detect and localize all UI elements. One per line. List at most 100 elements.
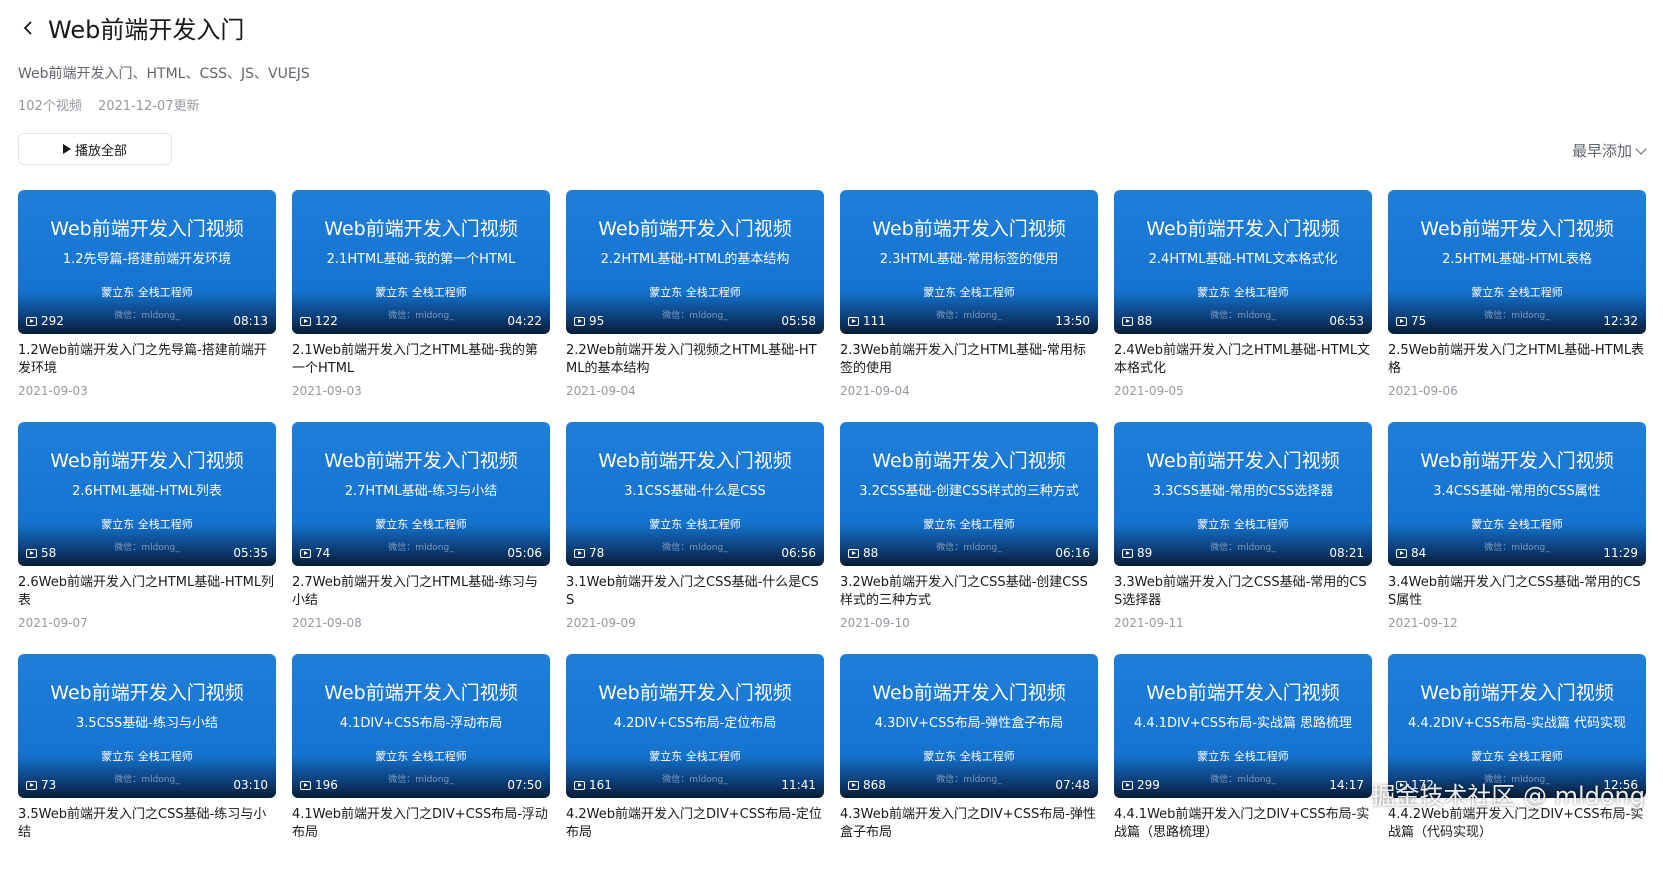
video-title[interactable]: 3.5Web前端开发入门之CSS基础-练习与小结 (18, 806, 276, 842)
thumbnail-author: 蒙立东 全栈工程师 (1197, 518, 1289, 531)
play-count-icon (300, 548, 311, 558)
thumbnail-title: Web前端开发入门视频 (50, 682, 244, 704)
thumbnail-subtitle: 3.1CSS基础-什么是CSS (624, 484, 766, 499)
video-title[interactable]: 2.7Web前端开发入门之HTML基础-练习与小结 (292, 574, 550, 610)
video-title[interactable]: 4.4.1Web前端开发入门之DIV+CSS布局-实战篇（思路梳理） (1114, 806, 1372, 842)
video-card[interactable]: Web前端开发入门视频 2.4HTML基础-HTML文本格式化 蒙立东 全栈工程师微… (1114, 190, 1372, 422)
video-card[interactable]: Web前端开发入门视频 4.4.2DIV+CSS布局-实战篇 代码实现 蒙立东 全栈… (1388, 654, 1646, 886)
thumbnail-author: 蒙立东 全栈工程师 (101, 750, 193, 763)
play-count-icon (574, 316, 585, 326)
video-card[interactable]: Web前端开发入门视频 2.1HTML基础-我的第一个HTML 蒙立东 全栈工程师微… (292, 190, 550, 422)
video-thumbnail[interactable]: Web前端开发入门视频 1.2先导篇-搭建前端开发环境 蒙立东 全栈工程师 微信：ml… (18, 190, 276, 334)
view-count: 88 (1122, 314, 1152, 328)
video-thumbnail[interactable]: Web前端开发入门视频 4.3DIV+CSS布局-弹性盒子布局 蒙立东 全栈工程师微… (840, 654, 1098, 798)
play-count-icon (1122, 548, 1133, 558)
video-card[interactable]: Web前端开发入门视频 3.3CSS基础-常用的CSS选择器 蒙立东 全栈工程师 微信… (1114, 422, 1372, 654)
thumbnail-subtitle: 2.7HTML基础-练习与小结 (344, 484, 498, 499)
duration: 06:53 (1329, 314, 1364, 328)
video-card[interactable]: Web前端开发入门视频 2.6HTML基础-HTML列表 蒙立东 全栈工程师 微信：m… (18, 422, 276, 654)
video-date: 2021-09-06 (1388, 384, 1458, 398)
video-thumbnail[interactable]: Web前端开发入门视频 2.3HTML基础-常用标签的使用 蒙立东 全栈工程师 微信：… (840, 190, 1098, 334)
thumbnail-author: 蒙立东 全栈工程师 (923, 750, 1015, 763)
video-title[interactable]: 2.4Web前端开发入门之HTML基础-HTML文本格式化 (1114, 342, 1372, 378)
video-title[interactable]: 4.1Web前端开发入门之DIV+CSS布局-浮动布局 (292, 806, 550, 842)
sort-dropdown[interactable]: 最早添加 (1572, 140, 1647, 161)
video-title[interactable]: 2.6Web前端开发入门之HTML基础-HTML列表 (18, 574, 276, 610)
video-title[interactable]: 3.4Web前端开发入门之CSS基础-常用的CSS属性 (1388, 574, 1646, 610)
view-count-value: 88 (1137, 314, 1153, 328)
video-thumbnail[interactable]: Web前端开发入门视频 3.4CSS基础-常用的CSS属性 蒙立东 全栈工程师 微信：… (1388, 422, 1646, 566)
video-title[interactable]: 2.5Web前端开发入门之HTML基础-HTML表格 (1388, 342, 1646, 378)
duration: 07:48 (1055, 778, 1090, 792)
view-count: 88 (848, 546, 878, 560)
thumbnail-author: 蒙立东 全栈工程师 (375, 518, 467, 531)
video-thumbnail[interactable]: Web前端开发入门视频 2.1HTML基础-我的第一个HTML 蒙立东 全栈工程师微… (292, 190, 550, 334)
video-title[interactable]: 2.3Web前端开发入门之HTML基础-常用标签的使用 (840, 342, 1098, 378)
back-arrow-icon[interactable] (18, 18, 38, 38)
video-card[interactable]: Web前端开发入门视频 4.3DIV+CSS布局-弹性盒子布局 蒙立东 全栈工程师微… (840, 654, 1098, 886)
video-card[interactable]: Web前端开发入门视频 3.5CSS基础-练习与小结 蒙立东 全栈工程师 微信：mld… (18, 654, 276, 886)
video-title[interactable]: 1.2Web前端开发入门之先导篇-搭建前端开发环境 (18, 342, 276, 378)
video-title[interactable]: 4.3Web前端开发入门之DIV+CSS布局-弹性盒子布局 (840, 806, 1098, 842)
thumbnail-title: Web前端开发入门视频 (324, 218, 518, 240)
video-thumbnail[interactable]: Web前端开发入门视频 2.5HTML基础-HTML表格 蒙立东 全栈工程师 微信：m… (1388, 190, 1646, 334)
thumbnail-subtitle: 3.4CSS基础-常用的CSS属性 (1433, 484, 1601, 499)
video-thumbnail[interactable]: Web前端开发入门视频 4.2DIV+CSS布局-定位布局 蒙立东 全栈工程师 微信：… (566, 654, 824, 798)
video-card[interactable]: Web前端开发入门视频 2.2HTML基础-HTML的基本结构 蒙立东 全栈工程师微… (566, 190, 824, 422)
thumbnail-author: 蒙立东 全栈工程师 (1197, 286, 1289, 299)
chevron-down-icon (1635, 142, 1647, 155)
thumbnail-title: Web前端开发入门视频 (598, 450, 792, 472)
video-thumbnail[interactable]: Web前端开发入门视频 3.3CSS基础-常用的CSS选择器 蒙立东 全栈工程师 微信… (1114, 422, 1372, 566)
video-thumbnail[interactable]: Web前端开发入门视频 4.1DIV+CSS布局-浮动布局 蒙立东 全栈工程师 微信：… (292, 654, 550, 798)
video-card[interactable]: Web前端开发入门视频 4.2DIV+CSS布局-定位布局 蒙立东 全栈工程师 微信：… (566, 654, 824, 886)
thumbnail-subtitle: 2.4HTML基础-HTML文本格式化 (1148, 252, 1338, 267)
play-count-icon (26, 780, 37, 790)
video-card[interactable]: Web前端开发入门视频 4.1DIV+CSS布局-浮动布局 蒙立东 全栈工程师 微信：… (292, 654, 550, 886)
play-all-button[interactable]: 播放全部 (18, 133, 172, 165)
video-thumbnail[interactable]: Web前端开发入门视频 3.1CSS基础-什么是CSS 蒙立东 全栈工程师 微信：ml… (566, 422, 824, 566)
video-card[interactable]: Web前端开发入门视频 2.3HTML基础-常用标签的使用 蒙立东 全栈工程师 微信：… (840, 190, 1098, 422)
video-card[interactable]: Web前端开发入门视频 3.4CSS基础-常用的CSS属性 蒙立东 全栈工程师 微信：… (1388, 422, 1646, 654)
video-title[interactable]: 3.3Web前端开发入门之CSS基础-常用的CSS选择器 (1114, 574, 1372, 610)
video-card[interactable]: Web前端开发入门视频 3.1CSS基础-什么是CSS 蒙立东 全栈工程师 微信：ml… (566, 422, 824, 654)
video-title[interactable]: 4.2Web前端开发入门之DIV+CSS布局-定位布局 (566, 806, 824, 842)
video-date: 2021-09-09 (566, 616, 636, 630)
video-date: 2021-09-04 (840, 384, 910, 398)
view-count: 292 (26, 314, 64, 328)
thumbnail-title: Web前端开发入门视频 (872, 450, 1066, 472)
thumbnail-subtitle: 4.4.2DIV+CSS布局-实战篇 代码实现 (1407, 716, 1627, 731)
video-thumbnail[interactable]: Web前端开发入门视频 2.4HTML基础-HTML文本格式化 蒙立东 全栈工程师微… (1114, 190, 1372, 334)
video-title[interactable]: 2.2Web前端开发入门视频之HTML基础-HTML的基本结构 (566, 342, 824, 378)
thumbnail-subtitle: 2.6HTML基础-HTML列表 (72, 484, 222, 499)
video-thumbnail[interactable]: Web前端开发入门视频 4.4.1DIV+CSS布局-实战篇 思路梳理 蒙立东 全栈… (1114, 654, 1372, 798)
video-title[interactable]: 4.4.2Web前端开发入门之DIV+CSS布局-实战篇（代码实现） (1388, 806, 1646, 842)
thumbnail-author: 蒙立东 全栈工程师 (375, 750, 467, 763)
thumbnail-author: 蒙立东 全栈工程师 (375, 286, 467, 299)
video-thumbnail[interactable]: Web前端开发入门视频 2.7HTML基础-练习与小结 蒙立东 全栈工程师 微信：ml… (292, 422, 550, 566)
thumbnail-author: 蒙立东 全栈工程师 (1197, 750, 1289, 763)
video-thumbnail[interactable]: Web前端开发入门视频 3.2CSS基础-创建CSS样式的三种方式 蒙立东 全栈工程… (840, 422, 1098, 566)
video-card[interactable]: Web前端开发入门视频 2.5HTML基础-HTML表格 蒙立东 全栈工程师 微信：m… (1388, 190, 1646, 422)
video-card[interactable]: Web前端开发入门视频 2.7HTML基础-练习与小结 蒙立东 全栈工程师 微信：ml… (292, 422, 550, 654)
thumbnail-author: 蒙立东 全栈工程师 (923, 518, 1015, 531)
play-count-icon (1122, 316, 1133, 326)
view-count-value: 75 (1411, 314, 1427, 328)
video-card[interactable]: Web前端开发入门视频 3.2CSS基础-创建CSS样式的三种方式 蒙立东 全栈工程… (840, 422, 1098, 654)
video-title[interactable]: 2.1Web前端开发入门之HTML基础-我的第一个HTML (292, 342, 550, 378)
video-thumbnail[interactable]: Web前端开发入门视频 2.6HTML基础-HTML列表 蒙立东 全栈工程师 微信：m… (18, 422, 276, 566)
video-thumbnail[interactable]: Web前端开发入门视频 3.5CSS基础-练习与小结 蒙立东 全栈工程师 微信：mld… (18, 654, 276, 798)
video-card[interactable]: Web前端开发入门视频 1.2先导篇-搭建前端开发环境 蒙立东 全栈工程师 微信：ml… (18, 190, 276, 422)
duration: 05:58 (781, 314, 816, 328)
view-count-value: 78 (589, 546, 605, 560)
video-card[interactable]: Web前端开发入门视频 4.4.1DIV+CSS布局-实战篇 思路梳理 蒙立东 全栈… (1114, 654, 1372, 886)
video-thumbnail[interactable]: Web前端开发入门视频 2.2HTML基础-HTML的基本结构 蒙立东 全栈工程师微… (566, 190, 824, 334)
play-count-icon (574, 548, 585, 558)
video-title[interactable]: 3.2Web前端开发入门之CSS基础-创建CSS样式的三种方式 (840, 574, 1098, 610)
video-title[interactable]: 3.1Web前端开发入门之CSS基础-什么是CSS (566, 574, 824, 610)
view-count-value: 73 (41, 778, 57, 792)
thumbnail-title: Web前端开发入门视频 (324, 450, 518, 472)
play-count-icon (574, 780, 585, 790)
duration: 13:50 (1055, 314, 1090, 328)
play-count-icon (848, 316, 859, 326)
view-count: 111 (848, 314, 886, 328)
